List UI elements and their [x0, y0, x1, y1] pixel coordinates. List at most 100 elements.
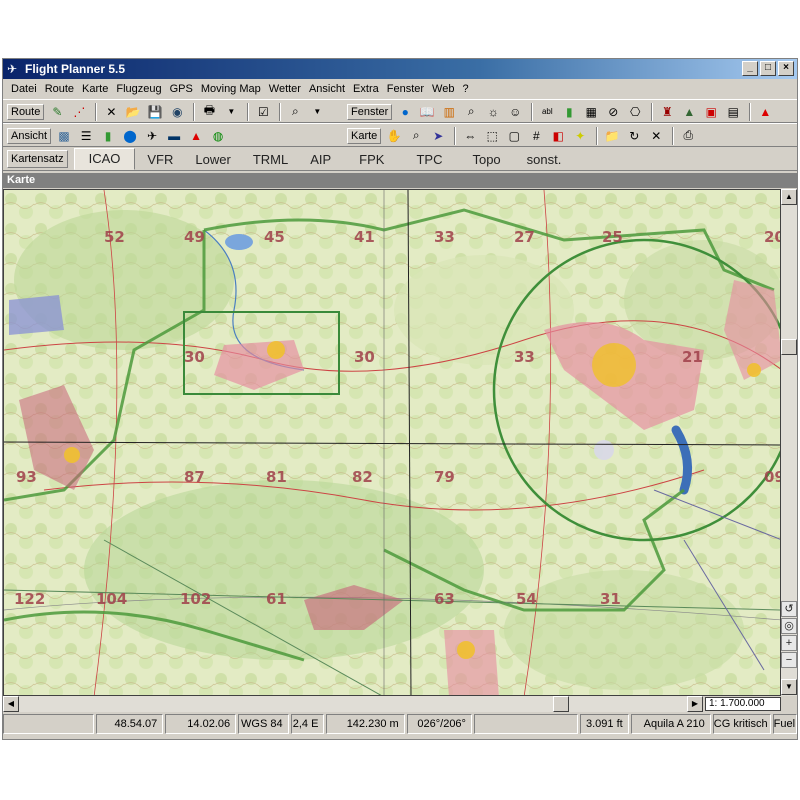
weather-icon[interactable]: ☼	[483, 102, 503, 122]
horizontal-arrows-icon[interactable]: ⇔	[460, 126, 480, 146]
camera-icon[interactable]: ⎔	[625, 102, 645, 122]
image-icon[interactable]: ▣	[701, 102, 721, 122]
grid-label: 41	[354, 228, 375, 246]
menu-datei[interactable]: Datei	[7, 83, 41, 95]
grid-label: 27	[514, 228, 535, 246]
tab-topo[interactable]: Topo	[458, 150, 514, 170]
map-scale[interactable]: 1: 1.700.000	[705, 697, 781, 711]
instrument-icon[interactable]: ▬	[164, 126, 184, 146]
map-view[interactable]: 52 49 45 41 33 27 25 20 30 30 33 21 93 8…	[3, 189, 781, 696]
folder-icon[interactable]: 📁	[602, 126, 622, 146]
maximize-button[interactable]: □	[760, 61, 776, 76]
search-icon[interactable]: ⌕	[461, 102, 481, 122]
tab-lower[interactable]: Lower	[185, 150, 240, 170]
menu-wetter[interactable]: Wetter	[265, 83, 305, 95]
hand-pan-icon[interactable]: ✋	[384, 126, 404, 146]
grid-label: 104	[96, 590, 127, 608]
scroll-left-button[interactable]: ◀	[3, 696, 19, 712]
warning-icon[interactable]: ▲	[755, 102, 775, 122]
map-view-icon[interactable]: ▩	[54, 126, 74, 146]
book-icon[interactable]: 📖	[417, 102, 437, 122]
hazard-icon[interactable]: ▲	[186, 126, 206, 146]
magnifier-icon[interactable]: ⌕	[406, 126, 426, 146]
menu-web[interactable]: Web	[428, 83, 458, 95]
menu-gps[interactable]: GPS	[166, 83, 197, 95]
weight-icon[interactable]: ⬤	[120, 126, 140, 146]
grid-label: 122	[14, 590, 45, 608]
map-horizontal-scrollbar[interactable]: ◀ ▶	[3, 696, 703, 712]
zoom-out-button[interactable]: −	[781, 652, 797, 668]
tab-vfr[interactable]: VFR	[137, 150, 183, 170]
status-cg: CG kritisch	[712, 714, 771, 734]
delete-icon[interactable]: ✕	[101, 102, 121, 122]
close-button[interactable]: ×	[778, 61, 794, 76]
menu-moving-map[interactable]: Moving Map	[197, 83, 265, 95]
checkbox-icon[interactable]: ☑	[253, 102, 273, 122]
status-altitude: 3.091 ft	[580, 714, 629, 734]
zoom-preview-icon[interactable]: ⌕	[285, 102, 305, 122]
earth-icon[interactable]: ◍	[208, 126, 228, 146]
status-variation: 2,4 E	[290, 714, 325, 734]
antenna-icon[interactable]: ♜	[657, 102, 677, 122]
airfield-icon[interactable]: ✦	[570, 126, 590, 146]
cross-icon[interactable]: ✕	[646, 126, 666, 146]
scroll-down-button[interactable]: ▼	[781, 679, 797, 695]
aircraft-icon[interactable]: ✈	[142, 126, 162, 146]
route-points-icon[interactable]: ⋰	[69, 102, 89, 122]
save-icon[interactable]: 💾	[145, 102, 165, 122]
tab-trml[interactable]: TRML	[243, 150, 298, 170]
fuel-icon[interactable]: ▮	[98, 126, 118, 146]
tab-icao[interactable]: ICAO	[73, 148, 136, 170]
world-globe-icon[interactable]: ●	[395, 102, 415, 122]
photo-icon[interactable]: ▤	[723, 102, 743, 122]
select-area-icon[interactable]: ⬚	[482, 126, 502, 146]
layers-icon[interactable]: ◧	[548, 126, 568, 146]
compass-icon[interactable]: ⊘	[603, 102, 623, 122]
open-folder-icon[interactable]: 📂	[123, 102, 143, 122]
mountain-icon[interactable]: ▲	[679, 102, 699, 122]
menu-ansicht[interactable]: Ansicht	[305, 83, 349, 95]
grid-icon[interactable]: #	[526, 126, 546, 146]
kartensatz-label: Kartensatz	[7, 150, 68, 168]
scroll-up-button[interactable]: ▲	[781, 189, 797, 205]
route-edit-icon[interactable]: ✎	[47, 102, 67, 122]
menu-route[interactable]: Route	[41, 83, 78, 95]
vertical-scroll-thumb[interactable]	[781, 339, 797, 355]
frame-icon[interactable]: ▢	[504, 126, 524, 146]
minimize-button[interactable]: _	[742, 61, 758, 76]
menu-karte[interactable]: Karte	[78, 83, 112, 95]
camera-icon[interactable]: ⎙	[678, 126, 698, 146]
zoom-in-button[interactable]: +	[781, 635, 797, 651]
chevron-down-icon[interactable]: ▼	[307, 102, 327, 122]
chevron-down-icon[interactable]: ▼	[221, 102, 241, 122]
title-bar[interactable]: ✈ Flight Planner 5.5 _ □ ×	[3, 59, 797, 79]
horizontal-scroll-thumb[interactable]	[553, 696, 569, 712]
tab-fpk[interactable]: FPK	[343, 150, 400, 170]
print-icon[interactable]: 🖶	[199, 102, 219, 122]
map-vertical-scrollbar[interactable]: ▲ ↺ ◎ + − ▼	[781, 189, 797, 696]
menu-fenster[interactable]: Fenster	[383, 83, 428, 95]
menu-extra[interactable]: Extra	[349, 83, 383, 95]
grid-label: 63	[434, 590, 455, 608]
grid-label: 81	[266, 468, 287, 486]
calculator-icon[interactable]: ▦	[581, 102, 601, 122]
refresh-icon[interactable]: ↺	[781, 601, 797, 617]
tab-sonst[interactable]: sonst.	[517, 150, 572, 170]
center-icon[interactable]: ◎	[781, 618, 797, 634]
pilot-icon[interactable]: ☺	[505, 102, 525, 122]
aeronautical-map[interactable]: 52 49 45 41 33 27 25 20 30 30 33 21 93 8…	[4, 190, 781, 696]
list-view-icon[interactable]: ☰	[76, 126, 96, 146]
tab-aip[interactable]: AIP	[300, 150, 341, 170]
status-aircraft: Aquila A 210	[630, 714, 711, 734]
rotate-icon[interactable]: ↻	[624, 126, 644, 146]
grid-label: 54	[516, 590, 537, 608]
plane-pointer-icon[interactable]: ➤	[428, 126, 448, 146]
scroll-right-button[interactable]: ▶	[687, 696, 703, 712]
battery-icon[interactable]: ▮	[559, 102, 579, 122]
globe-icon[interactable]: ◉	[167, 102, 187, 122]
tab-tpc[interactable]: TPC	[402, 150, 456, 170]
menu-help[interactable]: ?	[458, 83, 472, 95]
chart-icon[interactable]: ▥	[439, 102, 459, 122]
menu-flugzeug[interactable]: Flugzeug	[112, 83, 165, 95]
abl-icon[interactable]: abl	[537, 102, 557, 122]
